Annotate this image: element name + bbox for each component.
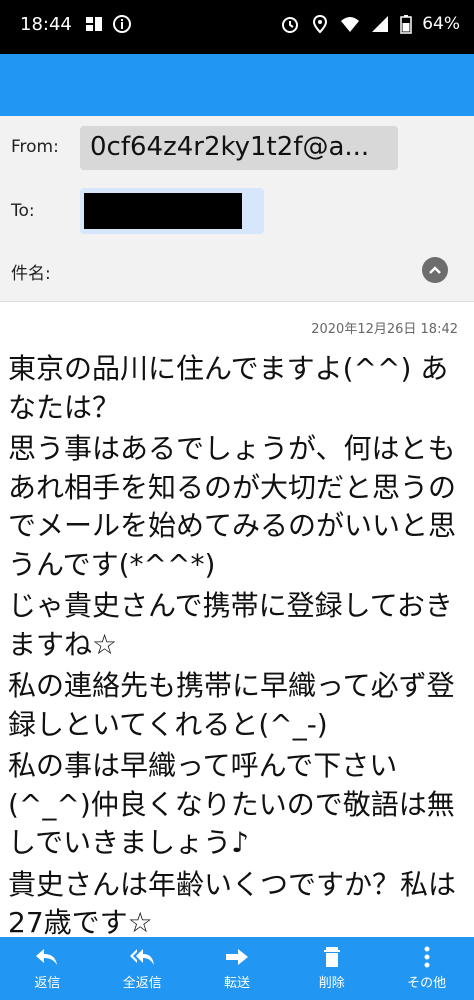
subject-label: 件名: (11, 264, 51, 284)
from-label: From: (11, 137, 59, 157)
delete-button[interactable]: 削除 (284, 937, 379, 1000)
location-icon (310, 14, 330, 34)
reply-all-label: 全返信 (122, 976, 162, 991)
to-label: To: (11, 201, 35, 221)
mail-header: From: 0cf64z4r2ky1t2f@a... To: 件名: (0, 116, 474, 302)
reply-icon (36, 949, 58, 965)
more-button[interactable]: その他 (379, 937, 474, 1000)
bottom-toolbar: 返信 全返信 転送 削除 その他 (0, 937, 474, 1000)
message-line: じゃ貴史さんで携帯に登録しておきますね☆ (8, 589, 453, 661)
trash-icon (323, 947, 340, 967)
message-date: 2020年12月26日 18:42 (311, 322, 458, 337)
alarm-icon (280, 14, 300, 34)
wifi-icon (340, 14, 360, 34)
battery-percent: 64% (422, 14, 460, 34)
message-line: 貴史さんは年齢いくつですか？私は27歳です☆ (8, 867, 457, 940)
message-line: 東京の品川に住んでますよ(^^) あなたは？ (8, 352, 449, 424)
reply-label: 返信 (34, 976, 61, 991)
forward-button[interactable]: 転送 (190, 937, 285, 1000)
message-line: 思う事はあるでしょうが、何はともあれ相手を知るのが大切だと思うのでメールを始めて… (8, 432, 457, 581)
to-field[interactable] (80, 188, 264, 234)
status-time: 18:44 (20, 14, 72, 35)
from-field[interactable]: 0cf64z4r2ky1t2f@a... (80, 126, 398, 170)
forward-label: 転送 (223, 976, 250, 991)
app-bar (0, 54, 474, 116)
more-vertical-icon (424, 946, 430, 968)
reply-all-button[interactable]: 全返信 (95, 937, 190, 1000)
message-line: 私の連絡先も携帯に早織って必ず登録しといてくれると(^_-) (8, 669, 455, 741)
status-bar: 18:44 64% (0, 0, 474, 54)
redacted-recipient (84, 193, 242, 229)
message-line: 私の事は早織って呼んで下さい(^_^)仲良くなりたいので敬語は無しでいきましょう… (8, 749, 455, 859)
signal-icon (370, 14, 390, 34)
info-icon (112, 14, 132, 34)
message-body: 東京の品川に住んでますよ(^^) あなたは？ 思う事はあるでしょうが、何はともあ… (8, 350, 470, 946)
grid-icon (84, 14, 104, 34)
forward-arrow-icon (225, 949, 248, 965)
delete-label: 削除 (318, 976, 345, 991)
reply-button[interactable]: 返信 (0, 937, 95, 1000)
more-label: その他 (407, 976, 447, 991)
chevron-up-icon (429, 266, 441, 274)
reply-all-icon (130, 949, 155, 965)
collapse-header-button[interactable] (422, 257, 448, 283)
battery-icon (400, 14, 412, 34)
